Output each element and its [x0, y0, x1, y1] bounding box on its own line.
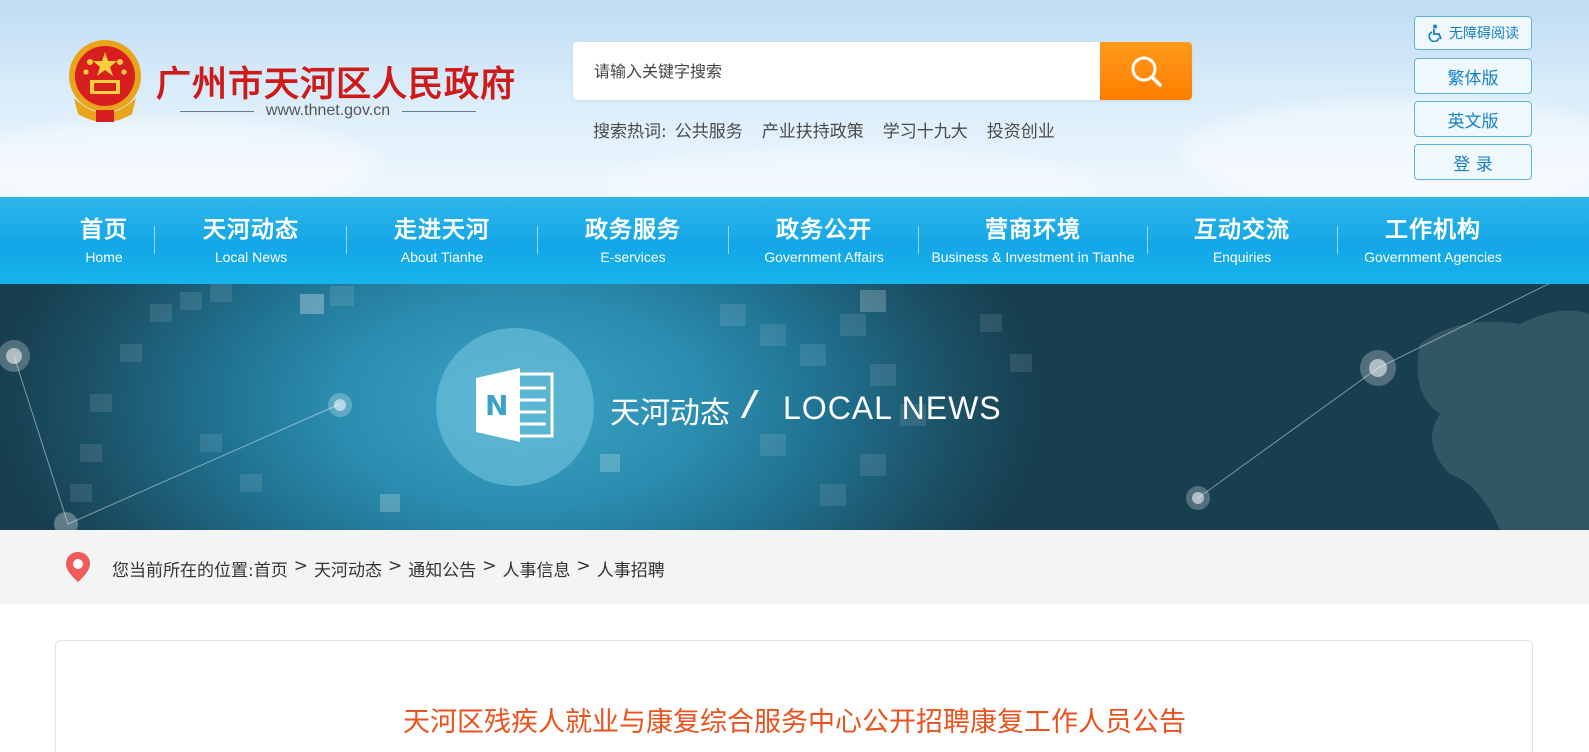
nav-item-local-news[interactable]: 天河动态 Local News: [170, 197, 332, 284]
accessibility-label: 无障碍阅读: [1449, 26, 1519, 42]
banner-title-en: LOCAL NEWS: [783, 390, 1002, 426]
nav-label-en: Home: [85, 248, 123, 265]
search-box: [573, 42, 1192, 100]
main-nav: 首页 Home 天河动态 Local News 走进天河 About Tianh…: [0, 197, 1589, 284]
breadcrumb-link-local-news[interactable]: 天河动态: [314, 556, 382, 581]
nav-label-zh: 政务公开: [776, 216, 872, 243]
search-icon: [1131, 56, 1162, 87]
breadcrumb-separator: >: [293, 556, 308, 576]
nav-label-en: E-services: [600, 248, 666, 265]
site-header: 广州市天河区人民政府 www.thnet.gov.cn 搜索热词: 公共服务 产…: [0, 0, 1589, 197]
hot-word-link[interactable]: 投资创业: [987, 117, 1055, 142]
nav-label-zh: 首页: [80, 216, 128, 243]
hot-search-words: 搜索热词: 公共服务 产业扶持政策 学习十九大 投资创业: [593, 117, 1074, 142]
nav-label-en: Enquiries: [1212, 248, 1272, 265]
article-title: 天河区残疾人就业与康复综合服务中心公开招聘康复工作人员公告: [403, 707, 1186, 738]
hot-word-link[interactable]: 学习十九大: [883, 117, 968, 142]
search-button[interactable]: [1100, 42, 1192, 100]
english-version-button[interactable]: 英文版: [1414, 101, 1532, 137]
login-button[interactable]: 登 录: [1414, 144, 1532, 180]
nav-label-zh: 工作机构: [1385, 216, 1481, 243]
nav-divider: [346, 226, 347, 254]
hot-word-link[interactable]: 公共服务: [675, 117, 743, 142]
nav-label-zh: 走进天河: [394, 216, 490, 243]
nav-item-government-agencies[interactable]: 工作机构 Government Agencies: [1350, 197, 1516, 284]
nav-label-en: Government Agencies: [1364, 248, 1502, 265]
nav-divider: [537, 226, 538, 254]
breadcrumb-link-personnel-info[interactable]: 人事信息: [502, 556, 570, 581]
news-notebook-icon: N: [476, 368, 554, 442]
breadcrumb-separator: >: [387, 556, 403, 576]
nav-divider: [728, 226, 729, 254]
nav-item-business-investment[interactable]: 营商环境 Business & Investment in Tianhe: [921, 197, 1145, 284]
nav-item-government-affairs[interactable]: 政务公开 Government Affairs: [744, 197, 904, 284]
breadcrumb-link-recruitment[interactable]: 人事招聘: [597, 556, 665, 581]
nav-label-en: Business & Investment in Tianhe: [931, 248, 1135, 265]
breadcrumb-separator: >: [482, 556, 497, 576]
location-pin-icon: [66, 552, 90, 582]
nav-divider: [154, 226, 155, 254]
banner-slash: /: [744, 384, 757, 424]
header-cloud-decoration: [0, 120, 380, 197]
breadcrumb-separator: >: [576, 556, 591, 576]
nav-item-about-tianhe[interactable]: 走进天河 About Tianhe: [362, 197, 522, 284]
nav-label-zh: 政务服务: [585, 216, 681, 243]
nav-label-en: Local News: [214, 248, 288, 265]
divider: [402, 110, 476, 112]
nav-item-enquiries[interactable]: 互动交流 Enquiries: [1162, 197, 1322, 284]
traditional-chinese-button[interactable]: 繁体版: [1414, 58, 1532, 94]
breadcrumb-link-notices[interactable]: 通知公告: [408, 556, 476, 581]
nav-label-zh: 营商环境: [985, 216, 1081, 243]
wheelchair-icon: [1428, 24, 1442, 42]
national-emblem-icon[interactable]: [66, 38, 144, 124]
hot-word-link[interactable]: 产业扶持政策: [762, 117, 864, 142]
nav-divider: [918, 226, 919, 254]
breadcrumb-link-home[interactable]: 首页: [254, 556, 288, 581]
header-cloud-decoration: [600, 150, 1100, 197]
section-banner: N 天河动态 / LOCAL NEWS: [0, 284, 1589, 530]
nav-label-zh: 天河动态: [203, 216, 299, 243]
hot-words-label: 搜索热词:: [593, 122, 667, 142]
nav-item-home[interactable]: 首页 Home: [64, 197, 144, 284]
nav-divider: [1337, 226, 1338, 254]
banner-title: 天河动态: [610, 396, 730, 431]
nav-item-e-services[interactable]: 政务服务 E-services: [553, 197, 713, 284]
nav-label-en: About Tianhe: [400, 248, 484, 265]
breadcrumb: 您当前所在的位置: 首页 > 天河动态 > 通知公告 > 人事信息 > 人事招聘: [112, 556, 665, 581]
site-url: www.thnet.gov.cn: [265, 102, 391, 119]
breadcrumb-label: 您当前所在的位置:: [112, 561, 254, 581]
search-input[interactable]: [573, 42, 1100, 100]
svg-text:N: N: [485, 389, 508, 422]
divider: [180, 110, 254, 112]
nav-divider: [1147, 226, 1148, 254]
accessibility-button[interactable]: 无障碍阅读: [1414, 16, 1532, 50]
nav-label-zh: 互动交流: [1194, 216, 1290, 243]
nav-label-en: Government Affairs: [764, 248, 884, 265]
site-url-row: www.thnet.gov.cn: [180, 100, 476, 122]
